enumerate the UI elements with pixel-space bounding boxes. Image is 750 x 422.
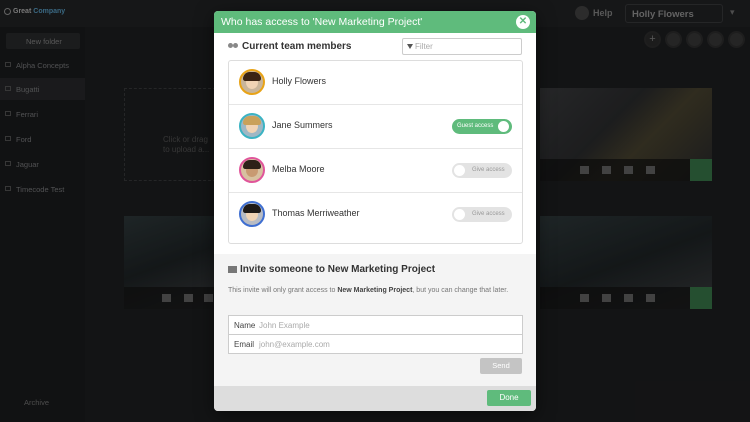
- invite-desc-project: New Marketing Project: [337, 287, 413, 294]
- invite-description: This invite will only grant access to Ne…: [228, 286, 518, 296]
- toggle-label: Give access: [472, 167, 505, 173]
- name-field[interactable]: Name John Example: [228, 315, 523, 335]
- dialog-title: Who has access to 'New Marketing Project…: [221, 16, 423, 28]
- avatar: [239, 69, 265, 95]
- close-icon[interactable]: ✕: [516, 15, 530, 29]
- access-toggle[interactable]: Give access: [452, 163, 512, 178]
- name-label: Name: [234, 321, 256, 330]
- done-button[interactable]: Done: [487, 390, 531, 406]
- dialog-header: Who has access to 'New Marketing Project…: [214, 11, 536, 33]
- filter-input[interactable]: Filter: [402, 38, 522, 55]
- filter-placeholder: Filter: [415, 42, 433, 51]
- toggle-knob: [454, 165, 465, 176]
- email-placeholder: john@example.com: [259, 340, 330, 349]
- send-button[interactable]: Send: [480, 358, 522, 374]
- toggle-knob: [454, 209, 465, 220]
- list-item: Thomas Merriweather Give access: [229, 193, 522, 237]
- name-placeholder: John Example: [259, 321, 310, 330]
- members-section-title: Current team members: [228, 41, 351, 52]
- member-name: Thomas Merriweather: [272, 208, 360, 218]
- invite-desc-text: This invite will only grant access to: [228, 287, 338, 294]
- mail-icon: [228, 266, 237, 273]
- list-item: Melba Moore Give access: [229, 149, 522, 193]
- users-icon: [228, 42, 239, 51]
- members-list: Holly Flowers Jane Summers Guest access …: [228, 60, 523, 244]
- members-title-text: Current team members: [242, 41, 352, 52]
- member-name: Jane Summers: [272, 120, 333, 130]
- toggle-label: Give access: [472, 211, 505, 217]
- avatar: [239, 157, 265, 183]
- invite-section-title: Invite someone to New Marketing Project: [228, 264, 435, 275]
- member-name: Holly Flowers: [272, 76, 327, 86]
- dialog-footer: Done: [214, 386, 536, 411]
- filter-icon: [407, 44, 413, 49]
- invite-desc-text: , but you can change that later.: [412, 287, 509, 294]
- access-toggle[interactable]: Guest access: [452, 119, 512, 134]
- list-item: Holly Flowers: [229, 61, 522, 105]
- email-field[interactable]: Email john@example.com: [228, 334, 523, 354]
- access-toggle[interactable]: Give access: [452, 207, 512, 222]
- avatar: [239, 201, 265, 227]
- toggle-knob: [498, 121, 509, 132]
- access-dialog: Who has access to 'New Marketing Project…: [214, 11, 536, 411]
- email-label: Email: [234, 340, 255, 349]
- avatar: [239, 113, 265, 139]
- invite-title-text: Invite someone to New Marketing Project: [240, 264, 436, 275]
- member-name: Melba Moore: [272, 164, 325, 174]
- list-item: Jane Summers Guest access: [229, 105, 522, 149]
- toggle-label: Guest access: [457, 123, 494, 129]
